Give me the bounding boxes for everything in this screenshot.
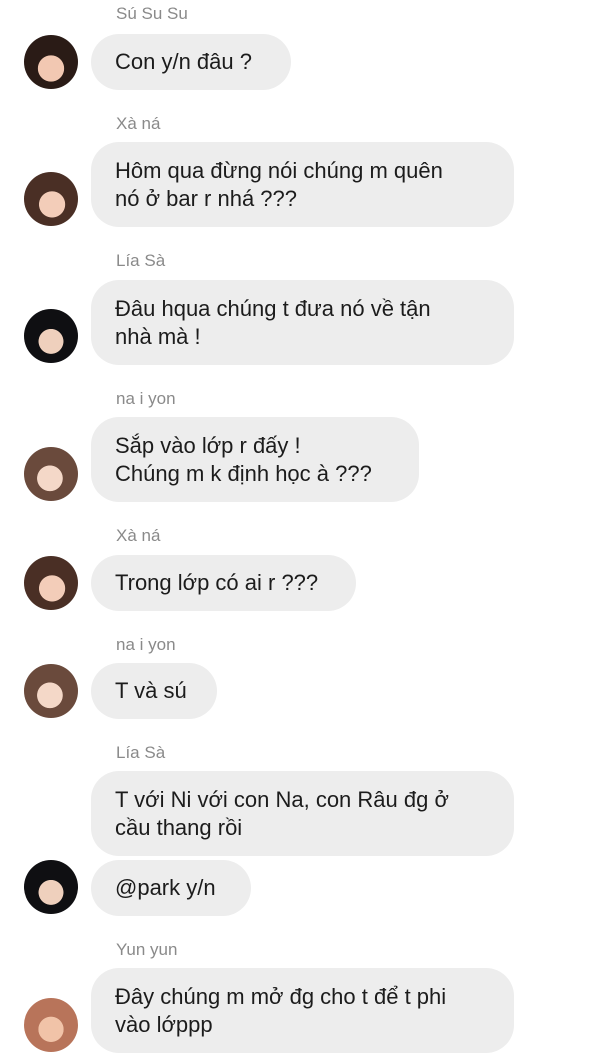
message-bubble[interactable]: Hôm qua đừng nói chúng m quên nó ở bar r… [91,142,514,227]
message-text: nhà mà ! [115,323,201,349]
message-text: nó ở bar r nhá ??? [115,185,297,211]
message-text: T và sú [115,678,187,703]
message-bubble[interactable]: Con y/n đâu ? [91,34,291,90]
sender-name: Lía Sà [116,251,166,270]
message-text: Đây chúng m mở đg cho t để t phi [115,983,447,1009]
message-bubble[interactable]: @park y/n [91,860,251,916]
sender-name: Xà ná [116,526,161,545]
sender-name: na i yon [116,389,176,408]
avatar[interactable] [24,309,78,363]
sender-name: na i yon [116,635,176,654]
message-text: cầu thang rồi [115,814,243,840]
message-bubble[interactable]: Đâu hqua chúng t đưa nó về tận nhà mà ! [91,280,514,365]
message-text: Chúng m k định học à ??? [115,460,372,486]
message-bubble[interactable]: Trong lớp có ai r ??? [91,555,356,611]
message-text: Sắp vào lớp r đấy ! [115,432,301,458]
avatar[interactable] [24,860,78,914]
message-text: Hôm qua đừng nói chúng m quên [115,157,443,183]
sender-name: Yun yun [116,940,178,959]
sender-name: Sú Su Su [116,4,188,23]
message-text: @park y/n [115,875,216,900]
avatar[interactable] [24,172,78,226]
sender-name: Xà ná [116,114,161,133]
message-text: Đâu hqua chúng t đưa nó về tận [115,295,431,321]
chat-thread: Sú Su Su Con y/n đâu ? Xà ná Hôm qua đừn… [0,0,600,1063]
message-text: vào lớppp [115,1011,213,1037]
sender-name: Lía Sà [116,743,166,762]
message-bubble[interactable]: T với Ni với con Na, con Râu đg ở cầu th… [91,771,514,856]
message-bubble[interactable]: Đây chúng m mở đg cho t để t phi vào lớp… [91,968,514,1053]
message-bubble[interactable]: T và sú [91,663,217,719]
avatar[interactable] [24,556,78,610]
message-text: Trong lớp có ai r ??? [115,570,319,595]
avatar[interactable] [24,998,78,1052]
avatar[interactable] [24,664,78,718]
message-text: Con y/n đâu ? [115,49,252,74]
message-bubble[interactable]: Sắp vào lớp r đấy ! Chúng m k định học à… [91,417,419,502]
avatar[interactable] [24,35,78,89]
message-text: T với Ni với con Na, con Râu đg ở [115,786,449,812]
avatar[interactable] [24,447,78,501]
